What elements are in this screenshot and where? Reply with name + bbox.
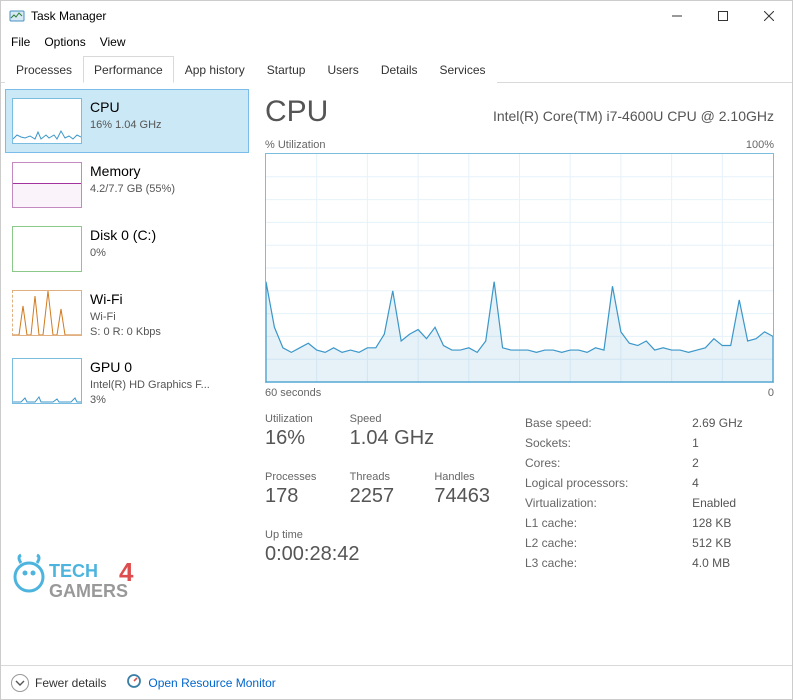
stat-util-label: Utilization bbox=[265, 413, 336, 425]
sidebar-disk-name: Disk 0 (C:) bbox=[90, 226, 156, 246]
svg-text:TECH: TECH bbox=[49, 561, 98, 581]
cpu-thumb bbox=[12, 98, 82, 144]
tab-app-history[interactable]: App history bbox=[174, 56, 256, 83]
info-l1-label: L1 cache: bbox=[525, 513, 692, 533]
open-resource-monitor-link[interactable]: Open Resource Monitor bbox=[126, 673, 275, 692]
cpu-graph[interactable] bbox=[265, 153, 774, 383]
info-l1-value: 128 KB bbox=[692, 513, 774, 533]
fewer-label: Fewer details bbox=[35, 676, 106, 690]
tabs: Processes Performance App history Startu… bbox=[1, 55, 792, 83]
sidebar-gpu-sub1: Intel(R) HD Graphics F... bbox=[90, 378, 210, 393]
svg-text:4: 4 bbox=[119, 557, 134, 587]
info-lprocs-value: 4 bbox=[692, 473, 774, 493]
menubar: File Options View bbox=[1, 31, 792, 55]
app-icon bbox=[9, 8, 25, 24]
sidebar-cpu-sub: 16% 1.04 GHz bbox=[90, 118, 162, 133]
info-l3-label: L3 cache: bbox=[525, 553, 692, 573]
titlebar: Task Manager bbox=[1, 1, 792, 31]
util-max: 100% bbox=[746, 139, 774, 151]
sidebar-item-disk[interactable]: Disk 0 (C:) 0% bbox=[5, 217, 249, 281]
watermark: TECH 4 GAMERS bbox=[11, 549, 161, 612]
sidebar-item-wifi[interactable]: Wi-Fi Wi-Fi S: 0 R: 0 Kbps bbox=[5, 281, 249, 349]
info-sockets-value: 1 bbox=[692, 433, 774, 453]
stat-uptime-value: 0:00:28:42 bbox=[265, 543, 505, 566]
info-virt-value: Enabled bbox=[692, 493, 774, 513]
info-table: Base speed:2.69 GHz Sockets:1 Cores:2 Lo… bbox=[525, 413, 774, 573]
orm-label: Open Resource Monitor bbox=[148, 676, 275, 690]
sidebar-gpu-sub2: 3% bbox=[90, 393, 210, 408]
chevron-down-icon bbox=[11, 674, 29, 692]
tab-services[interactable]: Services bbox=[429, 56, 497, 83]
stat-speed-label: Speed bbox=[350, 413, 505, 425]
tab-processes[interactable]: Processes bbox=[5, 56, 83, 83]
info-virt-label: Virtualization: bbox=[525, 493, 692, 513]
sidebar-wifi-sub2: S: 0 R: 0 Kbps bbox=[90, 325, 161, 340]
stat-speed-value: 1.04 GHz bbox=[350, 427, 505, 450]
svg-text:GAMERS: GAMERS bbox=[49, 581, 128, 601]
cpu-model: Intel(R) Core(TM) i7-4600U CPU @ 2.10GHz bbox=[493, 108, 774, 124]
sidebar-cpu-name: CPU bbox=[90, 98, 162, 118]
info-lprocs-label: Logical processors: bbox=[525, 473, 692, 493]
footer: Fewer details Open Resource Monitor bbox=[1, 665, 792, 699]
sidebar-item-gpu[interactable]: GPU 0 Intel(R) HD Graphics F... 3% bbox=[5, 349, 249, 417]
info-cores-label: Cores: bbox=[525, 453, 692, 473]
info-cores-value: 2 bbox=[692, 453, 774, 473]
gpu-thumb bbox=[12, 358, 82, 404]
main-panel: CPU Intel(R) Core(TM) i7-4600U CPU @ 2.1… bbox=[249, 83, 792, 662]
sidebar-wifi-sub1: Wi-Fi bbox=[90, 310, 161, 325]
stat-util-value: 16% bbox=[265, 427, 336, 450]
stat-handles-value: 74463 bbox=[434, 485, 505, 508]
close-button[interactable] bbox=[746, 1, 792, 31]
stats: Utilization16% Speed1.04 GHz Processes17… bbox=[265, 413, 774, 573]
sidebar-gpu-name: GPU 0 bbox=[90, 358, 210, 378]
wifi-thumb bbox=[12, 290, 82, 336]
stat-proc-label: Processes bbox=[265, 471, 336, 483]
info-base-speed-label: Base speed: bbox=[525, 413, 692, 433]
info-sockets-label: Sockets: bbox=[525, 433, 692, 453]
sidebar-wifi-name: Wi-Fi bbox=[90, 290, 161, 310]
window-title: Task Manager bbox=[31, 9, 106, 23]
info-l3-value: 4.0 MB bbox=[692, 553, 774, 573]
time-left: 60 seconds bbox=[265, 387, 321, 399]
info-l2-label: L2 cache: bbox=[525, 533, 692, 553]
stat-uptime-label: Up time bbox=[265, 529, 505, 541]
memory-thumb bbox=[12, 162, 82, 208]
sidebar-disk-sub: 0% bbox=[90, 246, 156, 261]
stat-threads-label: Threads bbox=[350, 471, 421, 483]
sidebar-item-memory[interactable]: Memory 4.2/7.7 GB (55%) bbox=[5, 153, 249, 217]
fewer-details-button[interactable]: Fewer details bbox=[11, 674, 106, 692]
menu-view[interactable]: View bbox=[100, 35, 126, 49]
stat-handles-label: Handles bbox=[434, 471, 505, 483]
sidebar-memory-sub: 4.2/7.7 GB (55%) bbox=[90, 182, 175, 197]
menu-file[interactable]: File bbox=[11, 35, 30, 49]
tab-users[interactable]: Users bbox=[316, 56, 369, 83]
monitor-icon bbox=[126, 673, 142, 692]
tab-startup[interactable]: Startup bbox=[256, 56, 317, 83]
util-label: % Utilization bbox=[265, 139, 326, 151]
tab-details[interactable]: Details bbox=[370, 56, 429, 83]
sidebar-memory-name: Memory bbox=[90, 162, 175, 182]
sidebar: CPU 16% 1.04 GHz Memory 4.2/7.7 GB (55%)… bbox=[1, 83, 249, 662]
stat-proc-value: 178 bbox=[265, 485, 336, 508]
info-base-speed-value: 2.69 GHz bbox=[692, 413, 774, 433]
info-l2-value: 512 KB bbox=[692, 533, 774, 553]
sidebar-item-cpu[interactable]: CPU 16% 1.04 GHz bbox=[5, 89, 249, 153]
disk-thumb bbox=[12, 226, 82, 272]
maximize-button[interactable] bbox=[700, 1, 746, 31]
cpu-heading: CPU bbox=[265, 95, 328, 129]
time-right: 0 bbox=[768, 387, 774, 399]
menu-options[interactable]: Options bbox=[44, 35, 85, 49]
content: CPU 16% 1.04 GHz Memory 4.2/7.7 GB (55%)… bbox=[1, 83, 792, 662]
tab-performance[interactable]: Performance bbox=[83, 56, 174, 83]
minimize-button[interactable] bbox=[654, 1, 700, 31]
stat-threads-value: 2257 bbox=[350, 485, 421, 508]
